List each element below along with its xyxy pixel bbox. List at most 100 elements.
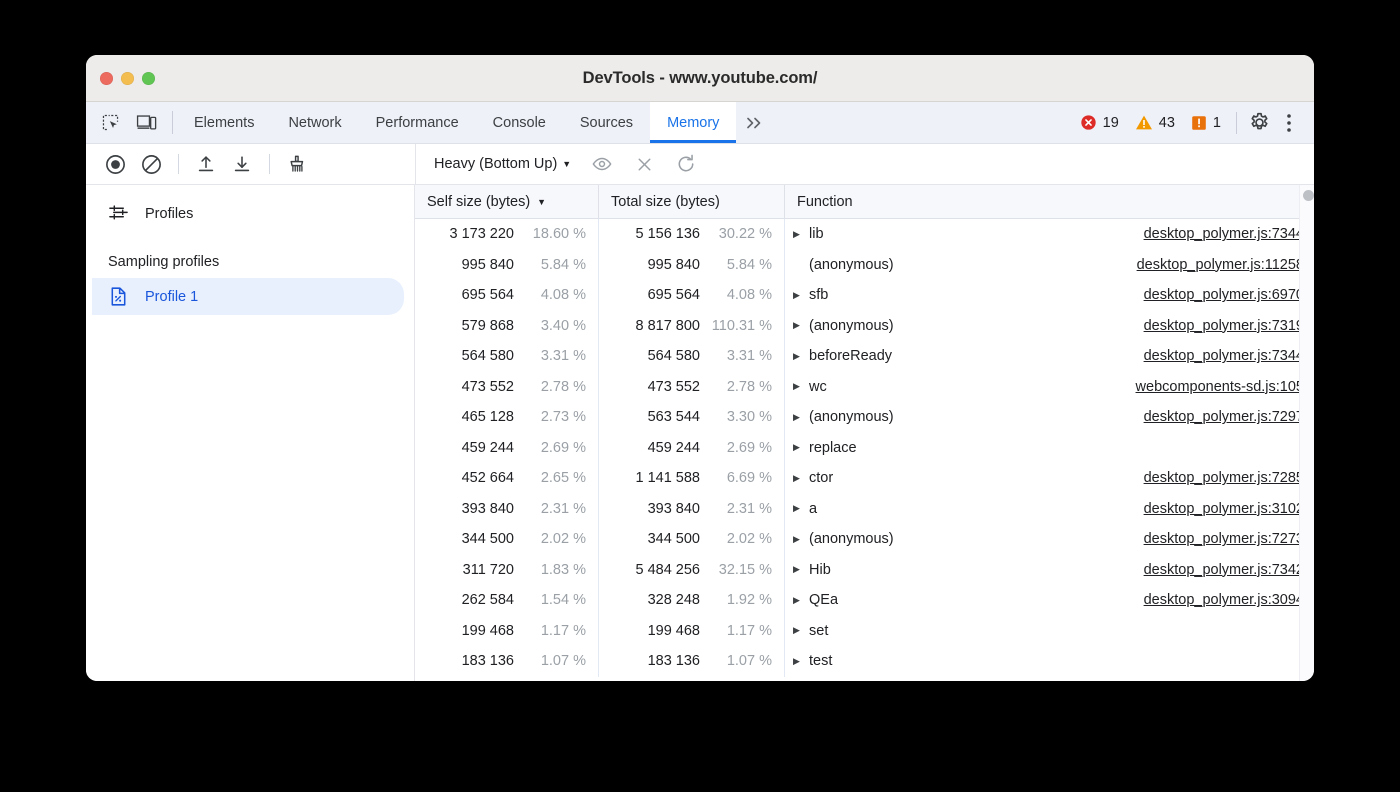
tab-sources[interactable]: Sources: [563, 102, 650, 143]
table-row[interactable]: 452 6642.65 %1 141 5886.69 %▶ctordesktop…: [415, 463, 1314, 494]
cell-function: ▶QEadesktop_polymer.js:3094: [785, 585, 1314, 616]
column-header-function[interactable]: Function: [785, 185, 1314, 218]
tab-memory[interactable]: Memory: [650, 102, 736, 143]
total-size-percent: 32.15 %: [700, 562, 772, 578]
device-toolbar-icon[interactable]: [131, 109, 161, 137]
inspect-element-icon[interactable]: [95, 109, 125, 137]
save-profile-button[interactable]: [225, 149, 259, 179]
load-profile-button[interactable]: [189, 149, 223, 179]
record-button[interactable]: [98, 149, 132, 179]
total-size-percent: 2.31 %: [700, 501, 772, 517]
source-link[interactable]: desktop_polymer.js:7285: [1144, 470, 1314, 486]
expand-triangle-icon[interactable]: ▶: [793, 412, 809, 423]
table-row[interactable]: 262 5841.54 %328 2481.92 %▶QEadesktop_po…: [415, 585, 1314, 616]
info-counter[interactable]: 1: [1183, 115, 1229, 131]
source-link[interactable]: desktop_polymer.js:11258: [1137, 257, 1314, 273]
source-link[interactable]: desktop_polymer.js:3102: [1144, 501, 1314, 517]
source-link[interactable]: desktop_polymer.js:7297: [1144, 409, 1314, 425]
view-mode-dropdown[interactable]: Heavy (Bottom Up) ▼: [428, 153, 577, 175]
expand-triangle-icon[interactable]: ▶: [793, 656, 809, 667]
memory-panel-body: Profiles Sampling profiles Profile 1: [86, 185, 1314, 681]
table-row[interactable]: 459 2442.69 %459 2442.69 %▶replace: [415, 433, 1314, 464]
cell-self-size: 393 8402.31 %: [415, 494, 599, 525]
table-row[interactable]: 183 1361.07 %183 1361.07 %▶test: [415, 646, 1314, 677]
error-count: 19: [1103, 115, 1119, 131]
total-size-value: 5 484 256: [635, 562, 700, 578]
total-size-value: 393 840: [648, 501, 700, 517]
source-link[interactable]: desktop_polymer.js:7273: [1144, 531, 1314, 547]
grid-scrollbar-thumb[interactable]: [1303, 190, 1314, 201]
source-link[interactable]: desktop_polymer.js:6970: [1144, 287, 1314, 303]
total-size-value: 473 552: [648, 379, 700, 395]
expand-triangle-icon[interactable]: ▶: [793, 229, 809, 240]
sidebar-header-profiles[interactable]: Profiles: [86, 195, 414, 232]
source-link[interactable]: desktop_polymer.js:3094: [1144, 592, 1314, 608]
focus-selected-function-button[interactable]: [585, 149, 619, 179]
expand-triangle-icon[interactable]: ▶: [793, 625, 809, 636]
self-size-value: 393 840: [462, 501, 514, 517]
expand-triangle-icon[interactable]: ▶: [793, 290, 809, 301]
warning-counter[interactable]: 43: [1127, 114, 1183, 131]
total-size-value: 564 580: [648, 348, 700, 364]
window-title: DevTools - www.youtube.com/: [86, 69, 1314, 88]
expand-triangle-icon[interactable]: ▶: [793, 320, 809, 331]
source-link[interactable]: desktop_polymer.js:7344: [1144, 348, 1314, 364]
total-size-value: 199 468: [648, 623, 700, 639]
sliders-icon: [108, 203, 129, 224]
chevron-down-icon: ▼: [562, 160, 571, 169]
kebab-menu-icon[interactable]: [1274, 109, 1304, 137]
error-counter[interactable]: 19: [1072, 114, 1127, 131]
table-row[interactable]: 995 8405.84 %995 8405.84 %(anonymous)des…: [415, 250, 1314, 281]
collect-garbage-button[interactable]: [280, 149, 314, 179]
expand-triangle-icon[interactable]: ▶: [793, 534, 809, 545]
total-size-percent: 2.69 %: [700, 440, 772, 456]
sidebar-item-profile-1[interactable]: Profile 1: [92, 278, 404, 315]
expand-triangle-icon[interactable]: ▶: [793, 442, 809, 453]
table-row[interactable]: 3 173 22018.60 %5 156 13630.22 %▶libdesk…: [415, 219, 1314, 250]
table-row[interactable]: 344 5002.02 %344 5002.02 %▶(anonymous)de…: [415, 524, 1314, 555]
tab-network[interactable]: Network: [271, 102, 358, 143]
cell-self-size: 995 8405.84 %: [415, 250, 599, 281]
source-link[interactable]: desktop_polymer.js:7319: [1144, 318, 1314, 334]
expand-triangle-icon[interactable]: ▶: [793, 595, 809, 606]
total-size-percent: 4.08 %: [700, 287, 772, 303]
expand-triangle-icon[interactable]: ▶: [793, 503, 809, 514]
expand-triangle-icon[interactable]: ▶: [793, 351, 809, 362]
cell-total-size: 995 8405.84 %: [599, 250, 785, 281]
total-size-percent: 2.02 %: [700, 531, 772, 547]
grid-scrollbar[interactable]: [1299, 185, 1314, 681]
table-row[interactable]: 473 5522.78 %473 5522.78 %▶wcwebcomponen…: [415, 372, 1314, 403]
source-link[interactable]: desktop_polymer.js:7342: [1144, 562, 1314, 578]
tab-console[interactable]: Console: [476, 102, 563, 143]
cell-total-size: 183 1361.07 %: [599, 646, 785, 677]
table-row[interactable]: 393 8402.31 %393 8402.31 %▶adesktop_poly…: [415, 494, 1314, 525]
tab-performance[interactable]: Performance: [359, 102, 476, 143]
expand-triangle-icon[interactable]: ▶: [793, 381, 809, 392]
tab-elements[interactable]: Elements: [177, 102, 271, 143]
source-link[interactable]: webcomponents-sd.js:105: [1136, 379, 1314, 395]
gear-icon[interactable]: [1244, 109, 1274, 137]
cell-self-size: 579 8683.40 %: [415, 311, 599, 342]
more-tabs-icon[interactable]: [736, 102, 778, 143]
table-row[interactable]: 311 7201.83 %5 484 25632.15 %▶Hibdesktop…: [415, 555, 1314, 586]
clear-button[interactable]: [134, 149, 168, 179]
table-row[interactable]: 465 1282.73 %563 5443.30 %▶(anonymous)de…: [415, 402, 1314, 433]
column-header-total-size[interactable]: Total size (bytes): [599, 185, 785, 218]
profile-actions: [86, 149, 415, 179]
expand-triangle-icon[interactable]: ▶: [793, 564, 809, 575]
expand-triangle-icon[interactable]: ▶: [793, 473, 809, 484]
table-row[interactable]: 695 5644.08 %695 5644.08 %▶sfbdesktop_po…: [415, 280, 1314, 311]
source-link[interactable]: desktop_polymer.js:7344: [1144, 226, 1314, 242]
cell-function: ▶(anonymous)desktop_polymer.js:7297: [785, 402, 1314, 433]
column-header-self-size[interactable]: Self size (bytes) ▼: [415, 185, 599, 218]
error-icon: [1080, 114, 1097, 131]
table-row[interactable]: 579 8683.40 %8 817 800110.31 %▶(anonymou…: [415, 311, 1314, 342]
function-name: (anonymous): [809, 531, 894, 547]
cell-total-size: 5 484 25632.15 %: [599, 555, 785, 586]
restore-all-functions-button[interactable]: [669, 149, 703, 179]
table-row[interactable]: 564 5803.31 %564 5803.31 %▶beforeReadyde…: [415, 341, 1314, 372]
table-row[interactable]: 199 4681.17 %199 4681.17 %▶set: [415, 616, 1314, 647]
view-controls: Heavy (Bottom Up) ▼: [415, 144, 1314, 184]
cell-function: ▶sfbdesktop_polymer.js:6970: [785, 280, 1314, 311]
exclude-selected-function-button[interactable]: [627, 149, 661, 179]
